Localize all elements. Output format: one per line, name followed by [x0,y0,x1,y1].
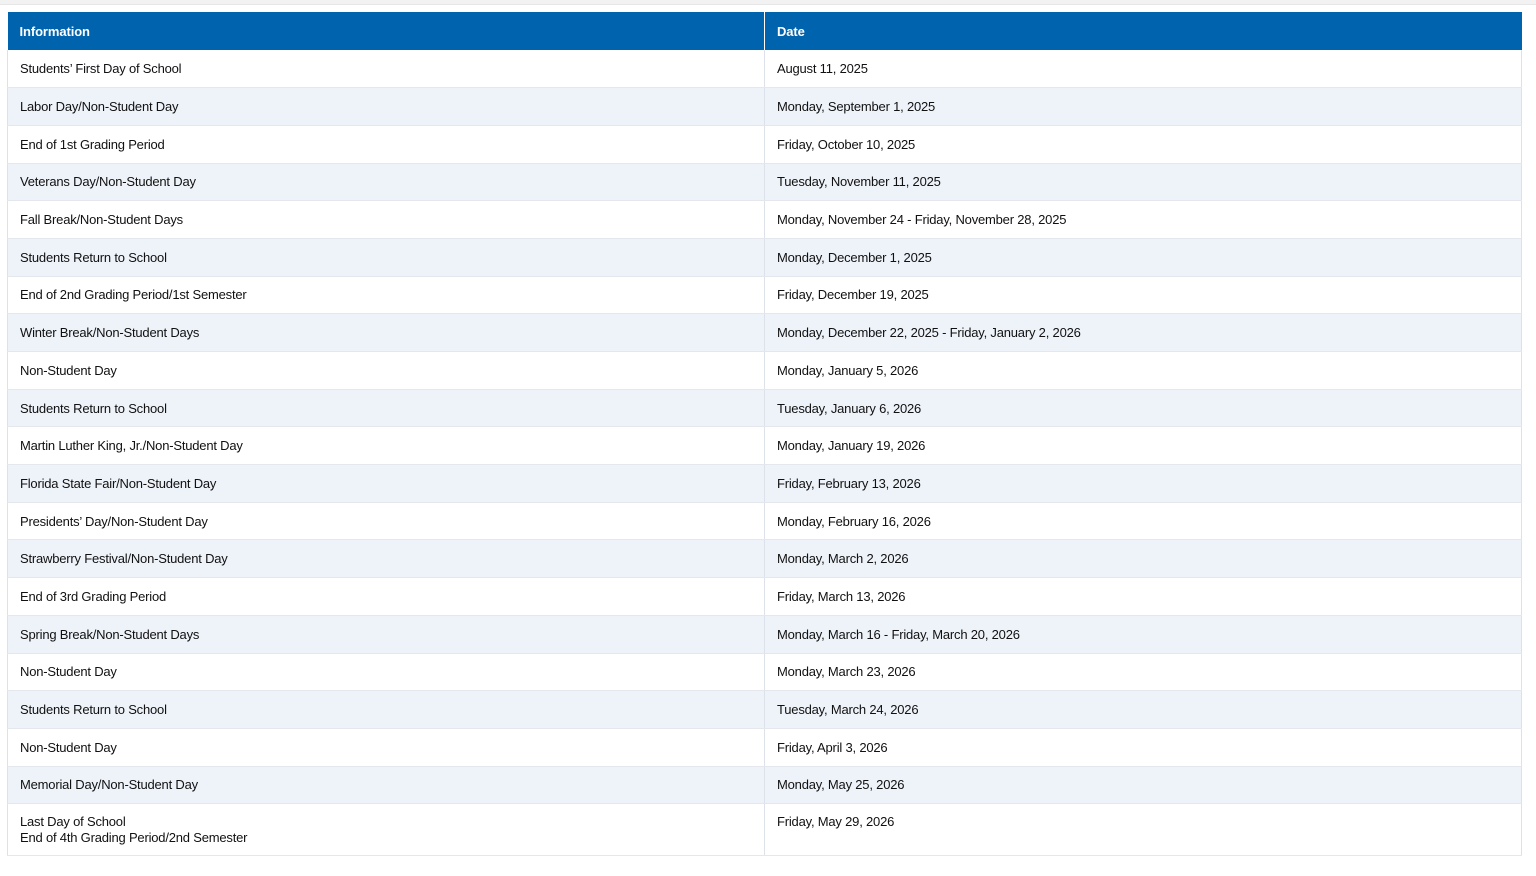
cell-date: August 11, 2025 [764,50,1522,89]
cell-information: Non-Student Day [7,728,765,767]
cell-date: Tuesday, November 11, 2025 [764,163,1522,202]
table-row: Non-Student Day Friday, April 3, 2026 [7,728,1522,767]
cell-information: Students Return to School [7,238,765,277]
cell-date: Friday, December 19, 2025 [764,276,1522,315]
table-row: Non-Student Day Monday, March 23, 2026 [7,653,1522,692]
cell-date: Monday, January 5, 2026 [764,351,1522,390]
table-row: Labor Day/Non-Student Day Monday, Septem… [7,87,1522,126]
cell-date: Monday, May 25, 2026 [764,766,1522,805]
cell-information: Memorial Day/Non-Student Day [7,766,765,805]
table-row: Non-Student Day Monday, January 5, 2026 [7,351,1522,390]
table-header-row: Information Date [7,12,1522,50]
header-date[interactable]: Date [764,12,1522,50]
cell-information: Spring Break/Non-Student Days [7,615,765,654]
cell-information: Martin Luther King, Jr./Non-Student Day [7,426,765,466]
table-row: Florida State Fair/Non-Student Day Frida… [7,464,1522,503]
table-row: End of 3rd Grading Period Friday, March … [7,577,1522,616]
school-calendar-table: Information Date Students’ First Day of … [7,12,1522,857]
cell-date: Friday, May 29, 2026 [764,803,1522,857]
cell-date: Friday, April 3, 2026 [764,728,1522,767]
cell-information: End of 3rd Grading Period [7,577,765,616]
cell-information: Fall Break/Non-Student Days [7,200,765,239]
cell-date: Friday, February 13, 2026 [764,464,1522,503]
table-row: Students Return to School Tuesday, Janua… [7,389,1522,428]
table-row: End of 2nd Grading Period/1st Semester F… [7,276,1522,315]
cell-date: Monday, November 24 - Friday, November 2… [764,200,1522,239]
top-divider [0,0,1536,5]
cell-information: Students Return to School [7,389,765,428]
cell-date: Monday, March 16 - Friday, March 20, 202… [764,615,1522,654]
cell-date: Monday, September 1, 2025 [764,87,1522,126]
cell-information: Winter Break/Non-Student Days [7,313,765,352]
table-row: Winter Break/Non-Student Days Monday, De… [7,313,1522,352]
cell-date: Monday, December 1, 2025 [764,238,1522,277]
cell-date: Monday, March 2, 2026 [764,539,1522,579]
table-row: Students Return to School Tuesday, March… [7,690,1522,729]
cell-information: Students Return to School [7,690,765,729]
table-row: Spring Break/Non-Student Days Monday, Ma… [7,615,1522,654]
cell-date: Monday, January 19, 2026 [764,426,1522,466]
table-row: Martin Luther King, Jr./Non-Student Day … [7,426,1522,466]
table-row: Veterans Day/Non-Student Day Tuesday, No… [7,163,1522,202]
table-row: Memorial Day/Non-Student Day Monday, May… [7,766,1522,805]
cell-information: Students’ First Day of School [7,50,765,89]
cell-information: End of 1st Grading Period [7,125,765,164]
cell-date: Tuesday, January 6, 2026 [764,389,1522,428]
cell-information: Florida State Fair/Non-Student Day [7,464,765,503]
cell-date: Monday, December 22, 2025 - Friday, Janu… [764,313,1522,352]
cell-information: Labor Day/Non-Student Day [7,87,765,126]
cell-information: Presidents’ Day/Non-Student Day [7,502,765,541]
cell-information: End of 2nd Grading Period/1st Semester [7,276,765,315]
table-row: Strawberry Festival/Non-Student Day Mond… [7,539,1522,579]
cell-date: Monday, February 16, 2026 [764,502,1522,541]
last-day-label: Last Day of School [20,814,126,830]
cell-date: Monday, March 23, 2026 [764,653,1522,692]
table-row: Students Return to School Monday, Decemb… [7,238,1522,277]
cell-date: Friday, March 13, 2026 [764,577,1522,616]
cell-information: Non-Student Day [7,653,765,692]
table-body: Students’ First Day of School August 11,… [7,50,1522,857]
cell-date: Friday, October 10, 2025 [764,125,1522,164]
table-row: Presidents’ Day/Non-Student Day Monday, … [7,502,1522,541]
table-row-last-day: Last Day of School End of 4th Grading Pe… [7,803,1522,857]
cell-date: Tuesday, March 24, 2026 [764,690,1522,729]
table-row: Students’ First Day of School August 11,… [7,50,1522,89]
cell-information: Veterans Day/Non-Student Day [7,163,765,202]
cell-information: Non-Student Day [7,351,765,390]
header-information[interactable]: Information [7,12,765,50]
end-of-4th-grading-label: End of 4th Grading Period/2nd Semester [20,830,248,846]
table-row: Fall Break/Non-Student Days Monday, Nove… [7,200,1522,239]
cell-information: Last Day of School End of 4th Grading Pe… [7,803,765,857]
cell-information: Strawberry Festival/Non-Student Day [7,539,765,579]
table-row: End of 1st Grading Period Friday, Octobe… [7,125,1522,164]
